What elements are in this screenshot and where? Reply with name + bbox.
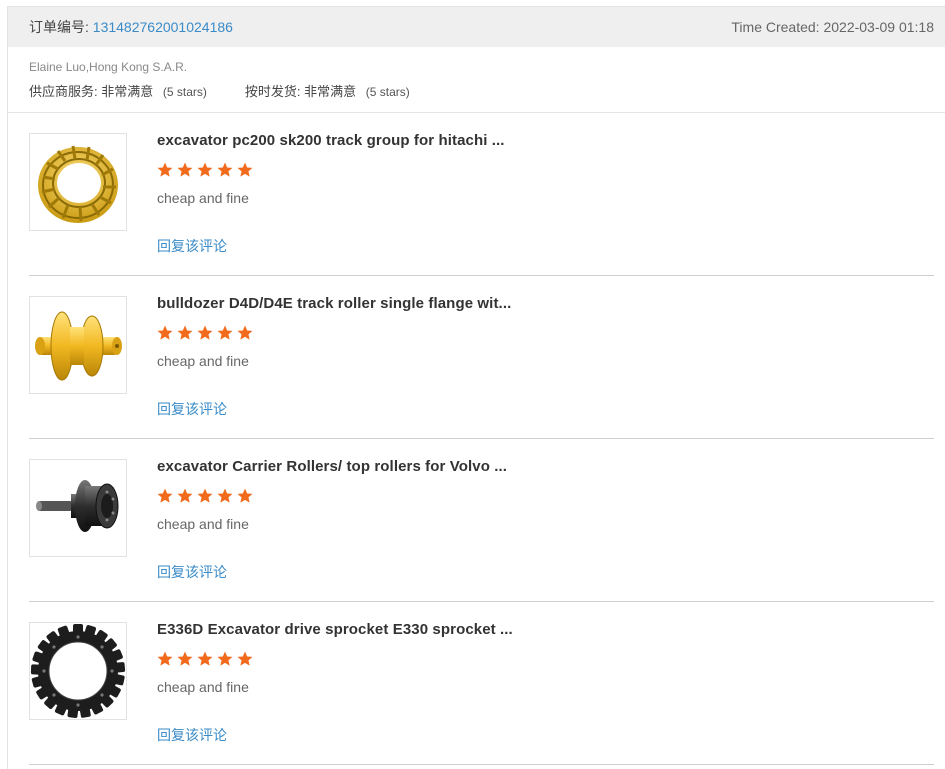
- star-icon: [157, 325, 173, 340]
- product-title-link[interactable]: E336D Excavator drive sprocket E330 spro…: [157, 621, 513, 638]
- track-roller-icon: [35, 311, 122, 381]
- star-icon: [237, 162, 253, 177]
- supplier-service-rating: 供应商服务: 非常满意 (5 stars): [29, 81, 207, 100]
- on-time-shipping-value: 非常满意: [304, 84, 357, 99]
- rating-stars: [156, 161, 254, 179]
- supplier-service-label: 供应商服务:: [29, 84, 98, 99]
- star-icon: [157, 162, 173, 177]
- review-comment: cheap and fine: [157, 353, 249, 369]
- product-image[interactable]: [29, 459, 127, 557]
- product-image[interactable]: [29, 622, 127, 720]
- star-icon: [197, 651, 213, 666]
- sprocket-icon: [30, 624, 126, 719]
- review-comment: cheap and fine: [157, 679, 249, 695]
- star-icon: [157, 651, 173, 666]
- rating-stars: [156, 324, 254, 342]
- review-item: excavator Carrier Rollers/ top rollers f…: [29, 439, 934, 602]
- reply-link[interactable]: 回复该评论: [157, 562, 227, 582]
- star-icon: [237, 651, 253, 666]
- star-icon: [197, 325, 213, 340]
- star-icon: [217, 325, 233, 340]
- star-icon: [177, 488, 193, 503]
- star-icon: [177, 162, 193, 177]
- product-title-link[interactable]: excavator Carrier Rollers/ top rollers f…: [157, 458, 507, 475]
- buyer-name: Elaine Luo,Hong Kong S.A.R.: [29, 60, 188, 74]
- star-icon: [217, 488, 233, 503]
- review-item: E336D Excavator drive sprocket E330 spro…: [29, 602, 934, 765]
- order-id-link[interactable]: 131482762001024186: [93, 19, 233, 35]
- rating-stars: [156, 650, 254, 668]
- supplier-service-value: 非常满意: [101, 84, 154, 99]
- star-icon: [197, 162, 213, 177]
- time-created: Time Created: 2022-03-09 01:18: [731, 19, 934, 35]
- star-icon: [177, 651, 193, 666]
- order-header: 订单编号: 131482762001024186 Time Created: 2…: [8, 7, 945, 47]
- star-icon: [197, 488, 213, 503]
- rating-stars: [156, 487, 254, 505]
- supplier-service-stars: (5 stars): [162, 85, 207, 99]
- carrier-roller-icon: [36, 480, 119, 532]
- review-item: excavator pc200 sk200 track group for hi…: [29, 113, 934, 276]
- review-list: excavator pc200 sk200 track group for hi…: [8, 113, 945, 765]
- review-comment: cheap and fine: [157, 516, 249, 532]
- seller-ratings: 供应商服务: 非常满意 (5 stars) 按时发货: 非常满意 (5 star…: [29, 81, 924, 100]
- on-time-shipping-rating: 按时发货: 非常满意 (5 stars): [245, 81, 410, 100]
- product-title-link[interactable]: bulldozer D4D/D4E track roller single fl…: [157, 295, 511, 312]
- reply-link[interactable]: 回复该评论: [157, 236, 227, 256]
- star-icon: [237, 325, 253, 340]
- order-number-label: 订单编号:: [29, 19, 89, 35]
- product-image[interactable]: [29, 296, 127, 394]
- buyer-feedback: Elaine Luo,Hong Kong S.A.R. 供应商服务: 非常满意 …: [8, 47, 945, 113]
- star-icon: [237, 488, 253, 503]
- review-comment: cheap and fine: [157, 190, 249, 206]
- review-panel: 订单编号: 131482762001024186 Time Created: 2…: [7, 6, 945, 769]
- product-title-link[interactable]: excavator pc200 sk200 track group for hi…: [157, 132, 505, 149]
- review-item: bulldozer D4D/D4E track roller single fl…: [29, 276, 934, 439]
- order-number: 订单编号: 131482762001024186: [29, 17, 233, 37]
- on-time-shipping-label: 按时发货:: [244, 84, 301, 99]
- star-icon: [217, 651, 233, 666]
- reply-link[interactable]: 回复该评论: [157, 399, 227, 419]
- star-icon: [177, 325, 193, 340]
- star-icon: [157, 488, 173, 503]
- star-icon: [217, 162, 233, 177]
- product-image[interactable]: [29, 133, 127, 231]
- on-time-shipping-stars: (5 stars): [365, 85, 410, 99]
- track-chain-icon: [38, 145, 118, 223]
- reply-link[interactable]: 回复该评论: [157, 725, 227, 745]
